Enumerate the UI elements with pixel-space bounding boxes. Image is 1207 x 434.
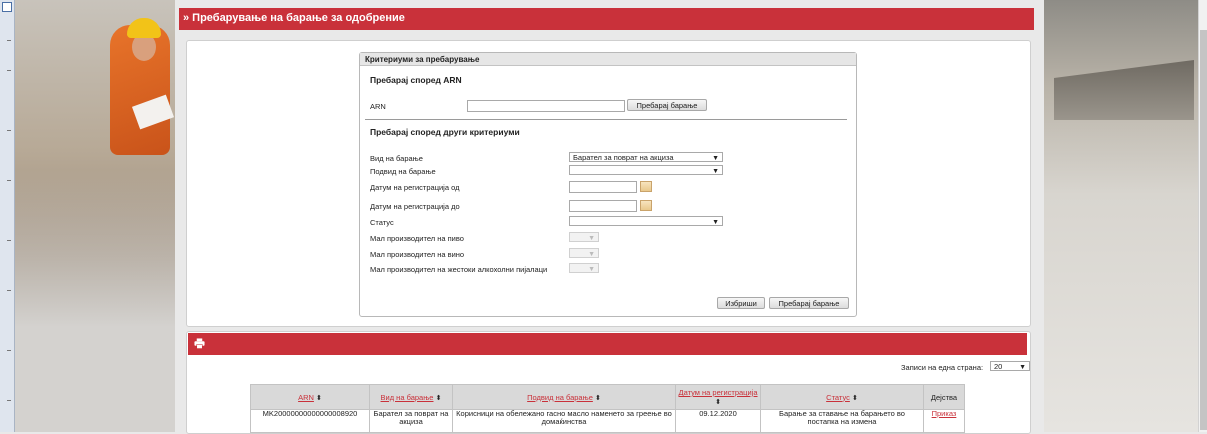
chevron-down-icon: ▼ (588, 235, 595, 242)
ruler-tick (7, 70, 11, 71)
scrollbar-thumb[interactable] (1200, 30, 1207, 430)
field-label-date-from: Датум на регистрација од (370, 183, 460, 192)
field-label-beer: Мал производител на пиво (370, 234, 464, 243)
sort-icon: ⬍ (594, 394, 601, 402)
criteria-title: Критериуми за пребарување (365, 55, 480, 64)
port-photo (1044, 0, 1198, 432)
cell-subtype: Корисници на обележано гасно масло намен… (452, 409, 676, 433)
sort-icon: ⬍ (715, 399, 721, 406)
arn-label: ARN (370, 102, 386, 111)
wine-producer-select[interactable]: ▼ (569, 248, 599, 258)
arn-section-title: Пребарај според ARN (370, 75, 462, 85)
field-label-status: Статус (370, 218, 394, 227)
sort-date-link[interactable]: Датум на регистрација (678, 388, 757, 397)
clear-button[interactable]: Избриши (717, 297, 765, 309)
photo-fade (15, 170, 175, 432)
beer-producer-select[interactable]: ▼ (569, 232, 599, 242)
worker-photo (15, 0, 175, 432)
ruler-tick (7, 240, 11, 241)
results-table: ARN ⬍ Вид на барање ⬍ Подвид на барање ⬍… (250, 384, 965, 433)
chevron-down-icon: ▼ (588, 251, 595, 258)
search-button[interactable]: Пребарај барање (769, 297, 849, 309)
hard-hat (127, 18, 161, 38)
ruler-tick (7, 130, 11, 131)
type-select-value: Барател за поврат на акциза (573, 153, 674, 162)
subtype-select[interactable]: ▼ (569, 165, 723, 175)
spirits-producer-select[interactable]: ▼ (569, 263, 599, 273)
field-label-date-to: Датум на регистрација до (370, 202, 460, 211)
field-label-spirits: Мал производител на жестоки алкохолни пи… (370, 265, 548, 274)
sort-icon: ⬍ (851, 394, 858, 402)
criteria-header: Критериуми за пребарување (360, 53, 856, 66)
chevron-down-icon: ▼ (712, 168, 719, 175)
ruler-tick (7, 290, 11, 291)
ship-hull (1054, 60, 1194, 120)
type-select[interactable]: Барател за поврат на акциза ▼ (569, 152, 723, 162)
sort-subtype-link[interactable]: Подвид на барање (527, 393, 593, 402)
table-row: MK20000000000000008920 Барател за поврат… (250, 409, 965, 433)
col-subtype[interactable]: Подвид на барање ⬍ (452, 384, 676, 410)
sort-icon: ⬍ (435, 394, 442, 402)
printer-icon[interactable] (194, 338, 205, 349)
table-header-row: ARN ⬍ Вид на барање ⬍ Подвид на барање ⬍… (250, 384, 965, 410)
date-from-input[interactable] (569, 181, 637, 193)
col-date[interactable]: Датум на регистрација ⬍ (675, 384, 761, 410)
col-type[interactable]: Вид на барање ⬍ (369, 384, 453, 410)
view-link[interactable]: Приказ (932, 409, 957, 418)
col-status[interactable]: Статус ⬍ (760, 384, 924, 410)
arn-search-button[interactable]: Пребарај барање (627, 99, 707, 111)
section-divider (365, 119, 847, 120)
field-label-subtype: Подвид на барање (370, 167, 436, 176)
status-select[interactable]: ▼ (569, 216, 723, 226)
page-header: » Пребарување на барање за одобрение (179, 8, 1034, 30)
results-toolbar (188, 333, 1027, 355)
sort-icon: ⬍ (316, 394, 322, 402)
calendar-icon[interactable] (640, 181, 652, 192)
cell-arn: MK20000000000000008920 (250, 409, 370, 433)
col-arn[interactable]: ARN ⬍ (250, 384, 370, 410)
ruler-tick (7, 400, 11, 401)
arn-input[interactable] (467, 100, 625, 112)
calendar-icon[interactable] (640, 200, 652, 211)
cell-type: Барател за поврат на акциза (369, 409, 453, 433)
col-actions: Дејства (923, 384, 965, 410)
date-to-input[interactable] (569, 200, 637, 212)
other-section-title: Пребарај според други критериуми (370, 127, 520, 137)
page-title: » Пребарување на барање за одобрение (183, 12, 405, 24)
ruler-tick (7, 350, 11, 351)
cell-status: Барање за ставање на барањето во постапк… (760, 409, 924, 433)
chevron-down-icon: ▼ (588, 266, 595, 273)
field-label-wine: Мал производител на вино (370, 250, 465, 259)
per-page-select[interactable]: 20 ▼ (990, 361, 1030, 371)
chevron-down-icon: ▼ (712, 219, 719, 226)
field-label-type: Вид на барање (370, 154, 423, 163)
cell-action: Приказ (923, 409, 965, 433)
page-scrollbar[interactable] (1198, 0, 1207, 432)
ruler-tick (7, 40, 11, 41)
cell-date: 09.12.2020 (675, 409, 761, 433)
ruler-corner (2, 2, 12, 12)
per-page-value: 20 (994, 362, 1003, 371)
chevron-down-icon: ▼ (1019, 364, 1026, 371)
sort-arn-link[interactable]: ARN (298, 393, 314, 402)
chevron-down-icon: ▼ (712, 155, 719, 162)
sort-status-link[interactable]: Статус (826, 393, 850, 402)
per-page-label: Записи на една страна: (901, 363, 984, 372)
criteria-box: Критериуми за пребарување Пребарај споре… (359, 52, 857, 317)
sort-type-link[interactable]: Вид на барање (381, 393, 434, 402)
vertical-ruler (0, 0, 15, 432)
ruler-tick (7, 180, 11, 181)
